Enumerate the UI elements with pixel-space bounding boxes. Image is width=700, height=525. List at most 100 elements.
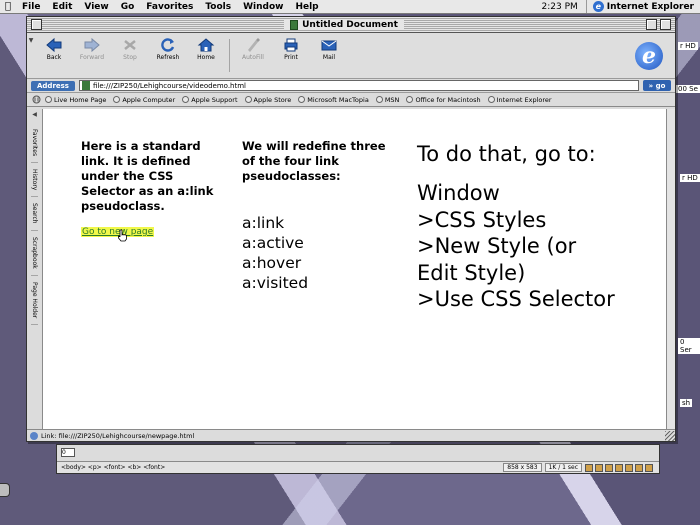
step-item: Edit Style) [417, 260, 526, 285]
back-button[interactable]: Back [35, 35, 73, 76]
pseudoclass-list: a:link a:active a:hover a:visited [242, 213, 308, 293]
desktop-label[interactable]: sh [680, 399, 693, 407]
status-text: Link: file:///ZIP250/Lehighcourse/newpag… [41, 431, 195, 440]
vertical-scrollbar[interactable] [666, 109, 675, 429]
application-menu[interactable]: e Internet Explorer [585, 0, 700, 13]
address-label[interactable]: Address [31, 80, 75, 91]
favorites-bar-grip-icon[interactable] [31, 95, 41, 105]
menu-tools[interactable]: Tools [199, 2, 237, 12]
launcher-icons [585, 463, 653, 472]
mail-button[interactable]: Mail [310, 35, 348, 76]
print-icon [284, 38, 298, 52]
favorite-item[interactable]: Internet Explorer [487, 96, 552, 104]
collapse-box[interactable] [660, 19, 671, 30]
desktop-label[interactable]: r HD [680, 174, 700, 182]
browser-body: ◀ Favorites History Search Scrapbook Pag… [27, 109, 675, 429]
tab-page-holder[interactable]: Page Holder [31, 276, 38, 326]
menu-go[interactable]: Go [115, 2, 141, 12]
throbber[interactable]: e [629, 33, 669, 78]
address-input[interactable]: file:///ZIP250/Lehighcourse/videodemo.ht… [78, 80, 639, 91]
pseudoclass-item: a:visited [242, 274, 309, 292]
menu-clock[interactable]: 2:23 PM [542, 2, 578, 12]
tab-favorites[interactable]: Favorites [31, 123, 38, 164]
toolbar: Back Forward Stop Refresh Home AutoFill … [35, 33, 348, 78]
toolbar-area: ▼ Back Forward Stop Refresh Home AutoFil… [27, 33, 675, 79]
refresh-label: Refresh [156, 54, 180, 61]
desktop-label[interactable]: r HD [678, 42, 698, 50]
stop-button[interactable]: Stop [111, 35, 149, 76]
favorite-label: Live Home Page [54, 95, 107, 104]
close-box[interactable] [31, 19, 42, 30]
favorite-item[interactable]: Apple Computer [113, 96, 175, 104]
favorite-label: Office for Macintosh [415, 95, 481, 104]
favorite-item[interactable]: Apple Support [182, 96, 238, 104]
css-styles-icon[interactable] [615, 463, 623, 472]
tab-scrapbook[interactable]: Scrapbook [31, 231, 38, 276]
dreamweaver-field[interactable]: 0 [61, 448, 75, 457]
step-item: >Use CSS Selector [417, 287, 615, 311]
favorite-label: Microsoft MacTopia [307, 95, 369, 104]
internet-explorer-icon: e [592, 1, 604, 12]
favorite-page-icon [182, 96, 190, 103]
favorite-page-icon [487, 96, 495, 103]
step-item: Window [417, 181, 500, 205]
menu-help[interactable]: Help [289, 2, 324, 12]
menu-favorites[interactable]: Favorites [140, 2, 199, 12]
home-button[interactable]: Home [187, 35, 225, 76]
forward-button[interactable]: Forward [73, 35, 111, 76]
address-url: file:///ZIP250/Lehighcourse/videodemo.ht… [92, 81, 246, 90]
mail-icon [321, 40, 337, 51]
assets-icon[interactable] [595, 463, 603, 472]
behaviors-icon[interactable] [625, 463, 633, 472]
desktop-edge-icon[interactable] [0, 483, 10, 497]
menu-edit[interactable]: Edit [46, 2, 78, 12]
apple-menu-icon[interactable]:  [0, 1, 16, 12]
favorite-page-icon [375, 96, 383, 103]
page-icon [81, 81, 90, 90]
pseudoclass-item: a:hover [242, 254, 302, 272]
favorite-item[interactable]: Apple Store [244, 95, 292, 104]
html-styles-icon[interactable] [605, 463, 613, 472]
autofill-button[interactable]: AutoFill [234, 35, 272, 76]
window-size-popup[interactable]: 858 x 583 [503, 463, 542, 472]
explorer-bar-toggle-icon[interactable]: ◀ [32, 111, 37, 123]
toolbar-separator [229, 39, 230, 72]
favorite-label: Apple Computer [122, 95, 176, 104]
step-item: >New Style (or [417, 234, 577, 258]
internet-explorer-logo-icon: e [635, 41, 663, 70]
favorite-label: MSN [384, 95, 400, 104]
status-bar: Link: file:///ZIP250/Lehighcourse/newpag… [27, 429, 675, 441]
print-button[interactable]: Print [272, 35, 310, 76]
history-icon[interactable] [635, 463, 643, 472]
toolbar-collapse-triangle-icon[interactable]: ▼ [27, 33, 35, 78]
title-bar[interactable]: Untitled Document [27, 17, 675, 33]
title-wrap: Untitled Document [42, 19, 646, 30]
desktop-label[interactable]: 00 Se [676, 85, 700, 93]
address-bar: Address file:///ZIP250/Lehighcourse/vide… [27, 79, 675, 93]
tab-search[interactable]: Search [31, 197, 38, 232]
favorite-item[interactable]: Microsoft MacTopia [298, 96, 369, 104]
go-button[interactable]: » go [643, 80, 671, 91]
menu-window[interactable]: Window [237, 2, 289, 12]
refresh-button[interactable]: Refresh [149, 35, 187, 76]
favorite-page-icon [45, 96, 52, 103]
code-inspector-icon[interactable] [645, 463, 653, 472]
menu-view[interactable]: View [78, 2, 114, 12]
favorite-item[interactable]: Live Home Page [45, 96, 106, 104]
site-icon[interactable] [585, 463, 593, 472]
tab-history[interactable]: History [31, 163, 38, 198]
menu-file[interactable]: File [16, 2, 46, 12]
back-arrow-icon [46, 37, 62, 53]
resize-handle[interactable] [665, 430, 675, 441]
favorite-label: Apple Store [253, 95, 292, 104]
desktop-label[interactable]: 0 Ser [678, 338, 700, 354]
zoom-box[interactable] [646, 19, 657, 30]
home-icon [197, 38, 215, 52]
favorite-item[interactable]: Office for Macintosh [406, 95, 481, 104]
autofill-icon [248, 38, 260, 52]
tag-selector[interactable]: <body> <p> <font> <b> <font> [61, 464, 165, 471]
favorite-item[interactable]: MSN [375, 95, 400, 104]
autofill-label: AutoFill [242, 54, 264, 61]
dreamweaver-window: 0 <body> <p> <font> <b> <font> 858 x 583… [56, 444, 660, 474]
status-globe-icon [30, 431, 38, 440]
